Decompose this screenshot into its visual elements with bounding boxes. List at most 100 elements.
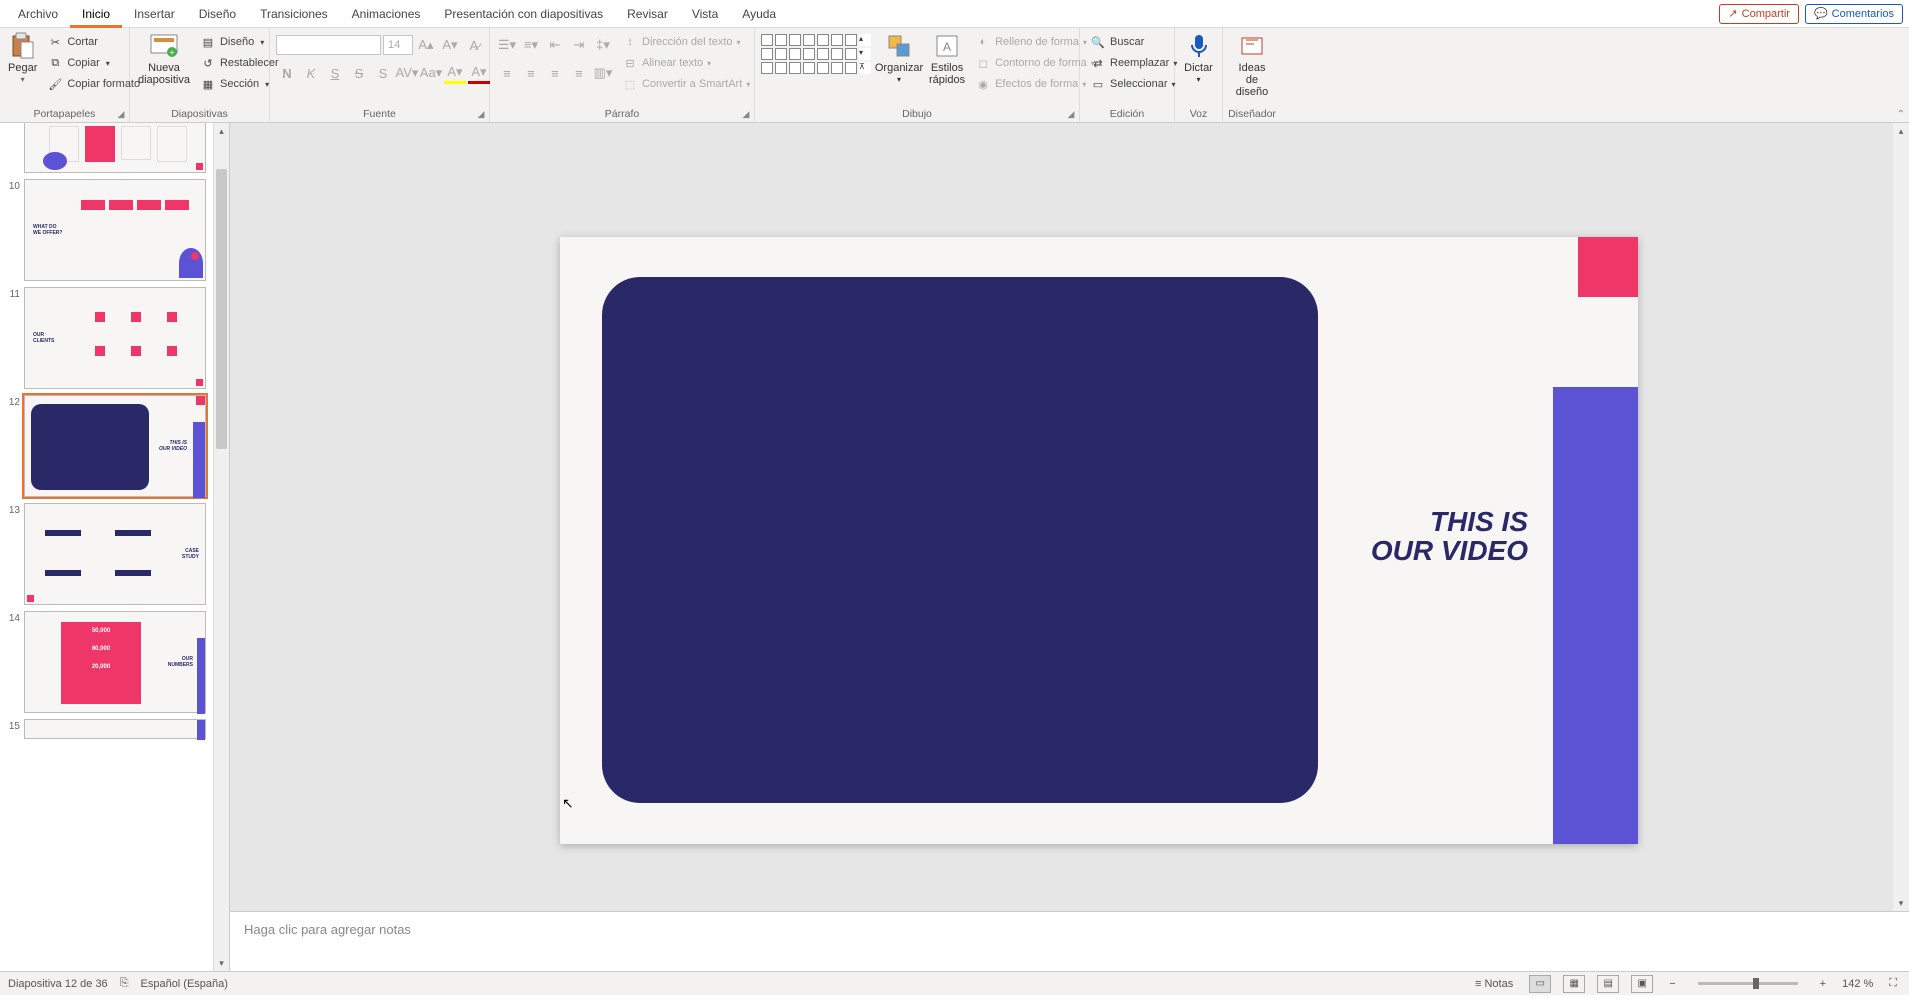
slide-title[interactable]: THIS IS OUR VIDEO bbox=[1371, 507, 1528, 566]
share-icon: ↗ bbox=[1728, 7, 1737, 20]
slide-thumbnail-10[interactable]: WHAT DO WE OFFER? bbox=[24, 179, 206, 281]
align-text-icon: ⊟ bbox=[622, 55, 638, 71]
convert-smartart-button[interactable]: ⬚Convertir a SmartArt▾ bbox=[618, 74, 754, 94]
font-color-button[interactable]: A▾ bbox=[468, 62, 490, 84]
change-case-button[interactable]: Aa▾ bbox=[420, 62, 442, 84]
dictate-button[interactable]: Dictar▾ bbox=[1181, 30, 1216, 87]
tab-ayuda[interactable]: Ayuda bbox=[730, 0, 788, 28]
align-text-button[interactable]: ⊟Alinear texto▾ bbox=[618, 53, 754, 73]
tab-presentacion[interactable]: Presentación con diapositivas bbox=[432, 0, 615, 28]
notes-pane[interactable]: Haga clic para agregar notas bbox=[230, 911, 1909, 971]
zoom-out-button[interactable]: − bbox=[1665, 978, 1679, 990]
scroll-up-button[interactable]: ▴ bbox=[214, 123, 229, 139]
zoom-slider[interactable] bbox=[1698, 982, 1798, 985]
align-left-button[interactable]: ≡ bbox=[496, 62, 518, 84]
paste-button[interactable]: Pegar ▾ bbox=[6, 30, 39, 87]
font-launcher[interactable]: ◢ bbox=[475, 108, 487, 120]
underline-button[interactable]: S bbox=[324, 62, 346, 84]
scroll-thumb[interactable] bbox=[216, 169, 227, 449]
find-button[interactable]: 🔍Buscar bbox=[1086, 32, 1181, 52]
editor-scroll-up[interactable]: ▴ bbox=[1893, 123, 1909, 139]
replace-button[interactable]: ⇄Reemplazar▾ bbox=[1086, 53, 1181, 73]
tab-vista[interactable]: Vista bbox=[680, 0, 730, 28]
justify-button[interactable]: ≡ bbox=[568, 62, 590, 84]
select-button[interactable]: ▭Seleccionar▾ bbox=[1086, 74, 1181, 94]
numbering-button[interactable]: ≡▾ bbox=[520, 34, 542, 56]
normal-view-button[interactable]: ▭ bbox=[1529, 975, 1551, 993]
drawing-launcher[interactable]: ◢ bbox=[1065, 108, 1077, 120]
align-center-button[interactable]: ≡ bbox=[520, 62, 542, 84]
tab-inicio[interactable]: Inicio bbox=[70, 0, 122, 28]
share-button[interactable]: ↗ Compartir bbox=[1719, 4, 1799, 24]
decorative-purple-bar[interactable] bbox=[1553, 387, 1638, 844]
slideshow-view-button[interactable]: ▣ bbox=[1631, 975, 1653, 993]
format-painter-button[interactable]: 🖌Copiar formato bbox=[43, 74, 144, 94]
slide-thumbnail-15[interactable] bbox=[24, 719, 206, 739]
char-spacing-button[interactable]: AV▾ bbox=[396, 62, 418, 84]
fit-to-window-button[interactable]: ⛶ bbox=[1885, 977, 1901, 990]
arrange-button[interactable]: Organizar▾ bbox=[875, 30, 923, 87]
design-ideas-button[interactable]: Ideas de diseño bbox=[1229, 30, 1275, 100]
clipboard-launcher[interactable]: ◢ bbox=[115, 108, 127, 120]
search-icon: 🔍 bbox=[1090, 34, 1106, 50]
text-direction-button[interactable]: ↕Dirección del texto▾ bbox=[618, 32, 754, 52]
bold-button[interactable]: N bbox=[276, 62, 298, 84]
tab-transiciones[interactable]: Transiciones bbox=[248, 0, 340, 28]
clear-format-button[interactable]: A̷ bbox=[463, 34, 485, 56]
columns-button[interactable]: ▥▾ bbox=[592, 62, 614, 84]
quick-styles-button[interactable]: A Estilos rápidos bbox=[927, 30, 967, 88]
tab-diseno[interactable]: Diseño bbox=[187, 0, 248, 28]
font-family-input[interactable] bbox=[276, 35, 381, 55]
design-ideas-icon bbox=[1238, 32, 1266, 60]
decorative-pink-square[interactable] bbox=[1578, 237, 1638, 297]
editor-scrollbar[interactable]: ▴ ▾ bbox=[1893, 123, 1909, 911]
slide-thumbnail-11[interactable]: OUR CLIENTS bbox=[24, 287, 206, 389]
bullets-button[interactable]: ☰▾ bbox=[496, 34, 518, 56]
slide-canvas[interactable]: THIS IS OUR VIDEO bbox=[560, 237, 1638, 844]
increase-indent-button[interactable]: ⇥ bbox=[568, 34, 590, 56]
slide-thumbnail-14[interactable]: 50,000 80,000 20,000 OUR NUMBERS bbox=[24, 611, 206, 713]
decrease-indent-button[interactable]: ⇤ bbox=[544, 34, 566, 56]
text-shadow-button[interactable]: S bbox=[372, 62, 394, 84]
fill-icon: ◐ bbox=[975, 34, 991, 50]
line-spacing-button[interactable]: ‡▾ bbox=[592, 34, 614, 56]
font-size-input[interactable] bbox=[383, 35, 413, 55]
decrease-font-button[interactable]: A▾ bbox=[439, 34, 461, 56]
layout-icon: ▤ bbox=[200, 34, 216, 50]
group-voice-label: Voz bbox=[1175, 106, 1222, 122]
align-right-button[interactable]: ≡ bbox=[544, 62, 566, 84]
reading-view-button[interactable]: ▤ bbox=[1597, 975, 1619, 993]
paragraph-launcher[interactable]: ◢ bbox=[740, 108, 752, 120]
language-indicator[interactable]: Español (España) bbox=[141, 978, 228, 990]
tab-archivo[interactable]: Archivo bbox=[6, 0, 70, 28]
slide-thumbnail-9[interactable] bbox=[24, 123, 206, 173]
cut-button[interactable]: ✂Cortar bbox=[43, 32, 144, 52]
slide-sorter-view-button[interactable]: ▦ bbox=[1563, 975, 1585, 993]
highlight-button[interactable]: A▾ bbox=[444, 62, 466, 84]
zoom-in-button[interactable]: + bbox=[1816, 978, 1830, 990]
video-placeholder[interactable] bbox=[602, 277, 1318, 803]
collapse-ribbon-button[interactable]: ⌃ bbox=[1897, 109, 1905, 120]
slide-canvas-area[interactable]: THIS IS OUR VIDEO ↖ ▴ ▾ bbox=[230, 123, 1909, 911]
tab-animaciones[interactable]: Animaciones bbox=[340, 0, 433, 28]
italic-button[interactable]: K bbox=[300, 62, 322, 84]
brush-icon: 🖌 bbox=[47, 76, 63, 92]
slide-thumbnail-12[interactable]: THIS ISOUR VIDEO bbox=[24, 395, 206, 497]
notes-toggle-button[interactable]: ≡Notas bbox=[1471, 978, 1517, 990]
tab-insertar[interactable]: Insertar bbox=[122, 0, 187, 28]
increase-font-button[interactable]: A▴ bbox=[415, 34, 437, 56]
thumbnails-scrollbar[interactable]: ▴ ▾ bbox=[213, 123, 229, 971]
tab-revisar[interactable]: Revisar bbox=[615, 0, 680, 28]
scroll-down-button[interactable]: ▾ bbox=[214, 955, 229, 971]
slide-editor: THIS IS OUR VIDEO ↖ ▴ ▾ Haga clic para a… bbox=[230, 123, 1909, 971]
strikethrough-button[interactable]: S bbox=[348, 62, 370, 84]
shapes-gallery[interactable]: ▴ ▾ ⊼ bbox=[761, 34, 871, 74]
accessibility-icon[interactable]: ⎘ bbox=[120, 977, 129, 990]
comments-button[interactable]: 💬 Comentarios bbox=[1805, 4, 1903, 24]
slide-thumbnail-13[interactable]: CASE STUDY bbox=[24, 503, 206, 605]
zoom-level[interactable]: 142 % bbox=[1842, 978, 1873, 990]
new-slide-label: Nueva diapositiva bbox=[138, 62, 190, 86]
copy-button[interactable]: ⧉Copiar▾ bbox=[43, 53, 144, 73]
editor-scroll-down[interactable]: ▾ bbox=[1893, 895, 1909, 911]
new-slide-button[interactable]: + Nueva diapositiva bbox=[136, 30, 192, 88]
